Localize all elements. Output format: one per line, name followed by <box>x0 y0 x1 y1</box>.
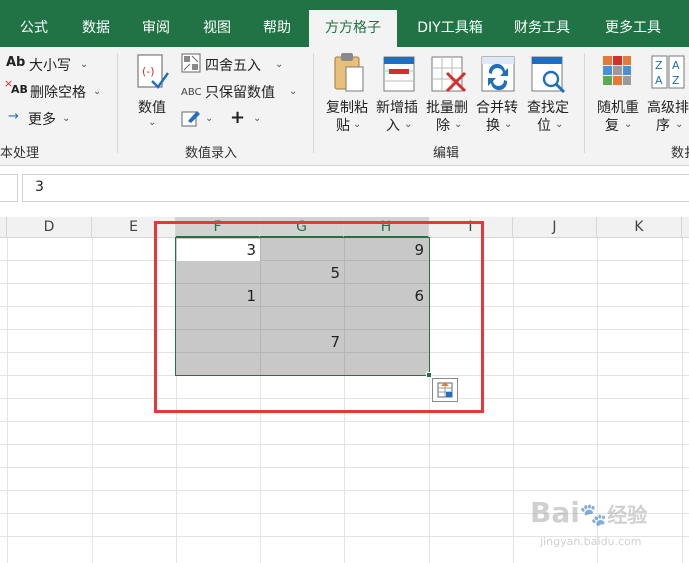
group-divider <box>313 53 314 153</box>
gridline <box>0 421 689 422</box>
gridline <box>513 238 514 563</box>
chevron-down-icon: ⌄ <box>555 119 564 130</box>
chevron-down-icon: ⌄ <box>624 119 633 130</box>
watermark-logo: Bai🐾经验 <box>530 496 648 529</box>
gridline <box>0 444 689 445</box>
insert-row-icon <box>383 56 415 92</box>
gridline <box>682 238 683 563</box>
random-repeat-label-2: 复 <box>605 118 619 134</box>
gridline <box>92 238 93 563</box>
group-divider <box>584 53 585 153</box>
watermark-url: jingyan.baidu.com <box>540 535 642 548</box>
merge-convert-label: 合并转 <box>476 100 518 116</box>
number-input-group-label: 数值录入 <box>185 146 238 161</box>
tab-data[interactable]: 数据 <box>68 10 124 47</box>
clipboard-icon <box>334 53 364 92</box>
add-insert-label: 新增插 <box>376 100 418 116</box>
merge-convert-label-2: 换 <box>486 118 500 134</box>
chevron-down-icon: ⌄ <box>148 117 157 128</box>
gridline <box>0 467 689 468</box>
svg-text:A: A <box>655 74 663 87</box>
pencil-icon <box>181 111 200 127</box>
tab-diy-toolbox[interactable]: DIY工具箱 <box>404 10 496 47</box>
svg-text:Z: Z <box>655 59 663 72</box>
chevron-down-icon: ⌄ <box>353 119 362 130</box>
advanced-sort-label-2: 序 <box>656 118 670 134</box>
numeric-label: 数值 <box>138 100 166 116</box>
svg-text:(-): (-) <box>142 65 155 78</box>
column-header-partial[interactable] <box>682 217 689 238</box>
delete-space-label: 删除空格 <box>30 85 86 101</box>
add-insert-label-2: 入 <box>386 118 400 134</box>
chevron-down-icon: ⌄ <box>275 59 284 70</box>
batch-delete-label-2: 除 <box>436 118 450 134</box>
text-processing-group-label: 本处理 <box>0 146 40 161</box>
tab-help[interactable]: 帮助 <box>249 10 305 47</box>
column-header-k[interactable]: K <box>597 217 682 238</box>
column-header-d[interactable]: D <box>7 217 92 238</box>
chevron-down-icon: ⌄ <box>404 119 413 130</box>
ribbon: Ab 大小写 ⌄ × AB 删除空格 ⌄ → 更多 ⌄ 本处理 (-) 数值 ⌄ <box>0 47 689 166</box>
chevron-down-icon: ⌄ <box>454 119 463 130</box>
excel-window: 公式 数据 审阅 视图 帮助 方方格子 DIY工具箱 财务工具 更多工具 Ab … <box>0 0 689 563</box>
keep-numeric-icon: ABC <box>181 87 202 98</box>
case-icon: Ab <box>6 55 26 70</box>
gridline <box>7 238 8 563</box>
ribbon-tab-bar: 公式 数据 审阅 视图 帮助 方方格子 DIY工具箱 财务工具 更多工具 <box>0 0 689 47</box>
keep-numeric-label: 只保留数值 <box>205 85 275 101</box>
numeric-icon: (-) <box>137 54 169 89</box>
data-group-label: 数扌 <box>671 146 689 161</box>
delete-space-icon: AB <box>11 83 28 96</box>
tab-finance-tools[interactable]: 财务工具 <box>502 10 582 47</box>
formula-bar-expander[interactable] <box>0 174 18 202</box>
tab-fangfanggezi[interactable]: 方方格子 <box>309 10 397 47</box>
tab-more-tools[interactable]: 更多工具 <box>592 10 674 47</box>
chevron-down-icon: ⌄ <box>80 59 89 70</box>
formula-input[interactable]: 3 <box>22 174 689 202</box>
plus-icon: + <box>230 107 246 128</box>
chevron-down-icon: ⌄ <box>253 113 262 124</box>
case-label: 大小写 <box>29 58 71 74</box>
random-icon <box>603 56 631 85</box>
formula-value: 3 <box>35 179 44 195</box>
arrow-right-icon: → <box>8 109 19 124</box>
column-header-j[interactable]: J <box>513 217 597 238</box>
gridline <box>0 490 689 491</box>
advanced-sort-label: 高级排 <box>647 100 689 116</box>
batch-delete-icon <box>431 56 467 93</box>
merge-convert-icon <box>481 56 515 92</box>
chevron-down-icon: ⌄ <box>62 113 71 124</box>
group-divider <box>117 53 118 153</box>
chevron-down-icon: ⌄ <box>205 113 214 124</box>
svg-text:Z: Z <box>672 74 680 87</box>
formula-bar: 3 <box>0 166 689 210</box>
chevron-down-icon: ⌄ <box>675 119 684 130</box>
find-icon <box>531 56 566 94</box>
round-icon <box>181 53 201 73</box>
chevron-down-icon: ⌄ <box>504 119 513 130</box>
copy-paste-label: 复制粘 <box>326 100 368 116</box>
more-label: 更多 <box>28 112 56 128</box>
tab-review[interactable]: 审阅 <box>128 10 184 47</box>
find-locate-label: 查找定 <box>527 100 569 116</box>
batch-delete-label: 批量删 <box>426 100 468 116</box>
chevron-down-icon: ⌄ <box>93 86 102 97</box>
tab-formulas[interactable]: 公式 <box>6 10 62 47</box>
column-header-partial[interactable] <box>0 217 7 238</box>
sort-az-icon: Z A A Z <box>651 55 685 89</box>
round-label: 四舍五入 <box>205 58 261 74</box>
find-locate-label-2: 位 <box>537 118 551 134</box>
edit-group-label: 编辑 <box>433 146 460 161</box>
copy-paste-label-2: 贴 <box>336 118 350 134</box>
tab-view[interactable]: 视图 <box>189 10 245 47</box>
chevron-down-icon: ⌄ <box>289 86 298 97</box>
svg-text:A: A <box>672 59 680 72</box>
random-repeat-label: 随机重 <box>597 100 639 116</box>
highlight-annotation-box <box>154 221 484 413</box>
